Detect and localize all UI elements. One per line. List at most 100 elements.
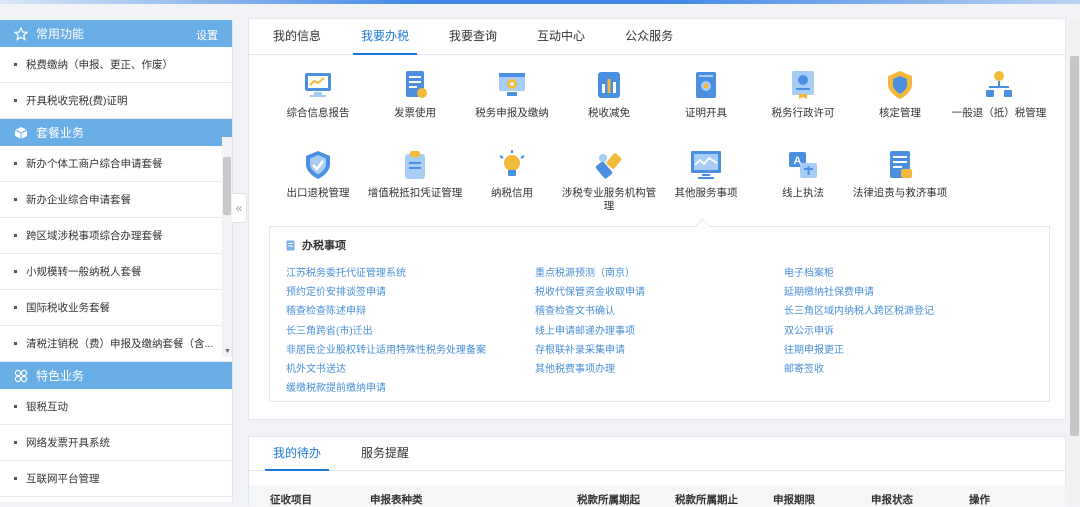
section-icon: [14, 26, 28, 41]
tab-3[interactable]: 互动中心: [523, 18, 599, 54]
service-translate[interactable]: A 线上执法: [753, 148, 853, 200]
sidebar: 常用功能 设置税费缴纳（申报、更正、作废） 开具税收完税(费)证明套餐业务 新办个体工…: [0, 20, 233, 502]
bullet-icon: [14, 270, 17, 273]
column-header: 申报表种类: [370, 494, 423, 506]
sidebar-scrollbar[interactable]: ▼: [222, 137, 232, 357]
todo-card: 我的待办 服务提醒 征收项目 申报表种类 税款所属期起 税款所属期止 申报期限 申报状态 操作: [248, 436, 1067, 507]
page-scrollbar[interactable]: [1069, 20, 1080, 502]
sidebar-item[interactable]: 网络发票开具系统: [0, 425, 232, 461]
tax-matter-link[interactable]: 往期申报更正: [784, 341, 844, 356]
sidebar-item[interactable]: 开具税收完税(费)证明: [0, 83, 232, 119]
todo-tabs: 我的待办 服务提醒: [249, 437, 1065, 471]
service-license[interactable]: 税务行政许可: [753, 68, 853, 120]
settings-link[interactable]: 设置: [196, 27, 218, 43]
certificate-icon: [696, 72, 716, 98]
tax-matter-link[interactable]: 江苏税务委托代征管理系统: [286, 264, 406, 279]
sidebar-item[interactable]: 银税互动: [0, 389, 232, 425]
tab-0[interactable]: 我的信息: [259, 18, 335, 54]
panel-title-text: 办税事项: [302, 240, 346, 252]
tax-matter-link[interactable]: 长三角区域内纳税人跨区税源登记: [784, 302, 934, 317]
sidebar-item-label: 税费缴纳（申报、更正、作废）: [26, 59, 173, 71]
tax-matter-link[interactable]: 长三角跨省(市)迁出: [286, 322, 373, 337]
service-monitor-gear[interactable]: 税务申报及缴纳: [462, 68, 562, 120]
tab-1[interactable]: 服务提醒: [347, 436, 423, 470]
bullet-icon: [14, 342, 17, 345]
tab-1[interactable]: 我要办税: [347, 18, 423, 55]
tax-matter-link[interactable]: 存根联补录采集申请: [535, 341, 625, 356]
column-header: 申报状态: [871, 494, 913, 506]
service-network[interactable]: 一般退（抵）税管理: [949, 68, 1049, 120]
tax-matter-link[interactable]: 邮寄签收: [784, 360, 824, 375]
page-scroll-thumb[interactable]: [1070, 56, 1079, 436]
service-monitor-chart[interactable]: 综合信息报告: [268, 68, 368, 120]
service-certificate[interactable]: 证明开具: [656, 68, 756, 120]
tax-matters-panel: 办税事项 江苏税务委托代征管理系统 重点税源预测（南京） 电子档案柜预约定价安排谈签…: [269, 226, 1050, 402]
service-label: 纳税信用: [491, 187, 533, 199]
service-monitor-wave[interactable]: 其他服务事项: [656, 148, 756, 200]
sidebar-item[interactable]: 新办企业综合申请套餐: [0, 182, 232, 218]
sidebar-item-label: 互联网平台管理: [26, 473, 100, 485]
sidebar-item[interactable]: 小规模转一般纳税人套餐: [0, 254, 232, 290]
tax-matter-link[interactable]: 双公示申诉: [784, 322, 834, 337]
grid-icon: [14, 369, 28, 382]
service-label: 综合信息报告: [286, 107, 350, 119]
service-label: 税务行政许可: [771, 107, 835, 119]
section-header-2[interactable]: 特色业务: [0, 362, 232, 389]
tax-matter-link[interactable]: 电子档案柜: [784, 264, 834, 279]
tax-matter-link[interactable]: 预约定价安排谈签申请: [286, 283, 386, 298]
tax-matter-link[interactable]: 机外文书送达: [286, 360, 346, 375]
sidebar-item[interactable]: 清税注销税（费）申报及缴纳套餐（含...: [0, 326, 232, 362]
service-invoice[interactable]: 发票使用: [365, 68, 465, 120]
service-shield-check[interactable]: 出口退税管理: [268, 148, 368, 200]
sidebar-item[interactable]: 新办个体工商户综合申请套餐: [0, 146, 232, 182]
clipboard-icon: [405, 151, 425, 179]
service-label: 税收减免: [588, 107, 630, 119]
sidebar-scroll-thumb[interactable]: [223, 157, 231, 215]
sidebar-item-label: 清税注销税（费）申报及缴纳套餐（含...: [26, 338, 214, 350]
translate-icon: A: [789, 152, 817, 178]
sidebar-item-label: 开具税收完税(费)证明: [26, 95, 128, 107]
column-header: 申报期限: [773, 494, 815, 506]
tax-matter-link[interactable]: 延期缴纳社保费申请: [784, 283, 874, 298]
tab-4[interactable]: 公众服务: [611, 18, 687, 54]
section-header-1[interactable]: 套餐业务: [0, 119, 232, 146]
double-chevron-left-icon: «: [235, 201, 243, 215]
service-label: 其他服务事项: [674, 187, 738, 199]
tab-2[interactable]: 我要查询: [435, 18, 511, 54]
section-header-0[interactable]: 常用功能 设置: [0, 20, 232, 47]
tab-0[interactable]: 我的待办: [259, 436, 335, 471]
section-icon: [14, 126, 28, 140]
service-shield[interactable]: 核定管理: [850, 68, 950, 120]
tax-matter-link[interactable]: 税收代保管资金收取申请: [535, 283, 645, 298]
section-icon: [14, 369, 28, 383]
section-title: 特色业务: [36, 369, 85, 383]
collapse-sidebar-button[interactable]: «: [232, 193, 247, 223]
sidebar-item-label: 小规模转一般纳税人套餐: [26, 266, 142, 278]
service-label: 出口退税管理: [286, 187, 350, 199]
service-document[interactable]: 法律追责与救济事项: [850, 148, 950, 200]
service-tools[interactable]: 涉税专业服务机构管理: [559, 148, 659, 213]
service-lightbulb[interactable]: 纳税信用: [462, 148, 562, 200]
service-bar-chart[interactable]: 税收减免: [559, 68, 659, 120]
cube-icon: [14, 126, 28, 139]
monitor-wave-icon: [691, 151, 721, 179]
sidebar-item[interactable]: 互联网平台管理: [0, 461, 232, 497]
sidebar-item[interactable]: 跨区域涉税事项综合办理套餐: [0, 218, 232, 254]
tax-matter-link[interactable]: 其他税费事项办理: [535, 360, 615, 375]
tax-matter-link[interactable]: 非居民企业股权转让适用特殊性税务处理备案: [286, 341, 486, 356]
sidebar-item-label: 网络发票开具系统: [26, 437, 110, 449]
shield-check-icon: [306, 151, 330, 179]
service-clipboard[interactable]: 增值税抵扣凭证管理: [365, 148, 465, 200]
tax-matter-link[interactable]: 重点税源预测（南京）: [535, 264, 635, 279]
sidebar-item-label: 国际税收业务套餐: [26, 302, 110, 314]
monitor-chart-icon: [305, 73, 331, 97]
tax-matter-link[interactable]: 稽查检查文书确认: [535, 302, 615, 317]
tax-matter-link[interactable]: 线上申请邮递办理事项: [535, 322, 635, 337]
tax-matter-link[interactable]: 稽查检查陈述申辩: [286, 302, 366, 317]
scroll-down-arrow-icon[interactable]: ▼: [224, 348, 231, 355]
doc-icon: [286, 240, 295, 250]
sidebar-item[interactable]: 税费缴纳（申报、更正、作废）: [0, 47, 232, 83]
sidebar-item[interactable]: 国际税收业务套餐: [0, 290, 232, 326]
tax-matter-link[interactable]: 缓缴税款提前缴纳申请: [286, 379, 386, 394]
bar-chart-icon: [598, 72, 620, 98]
